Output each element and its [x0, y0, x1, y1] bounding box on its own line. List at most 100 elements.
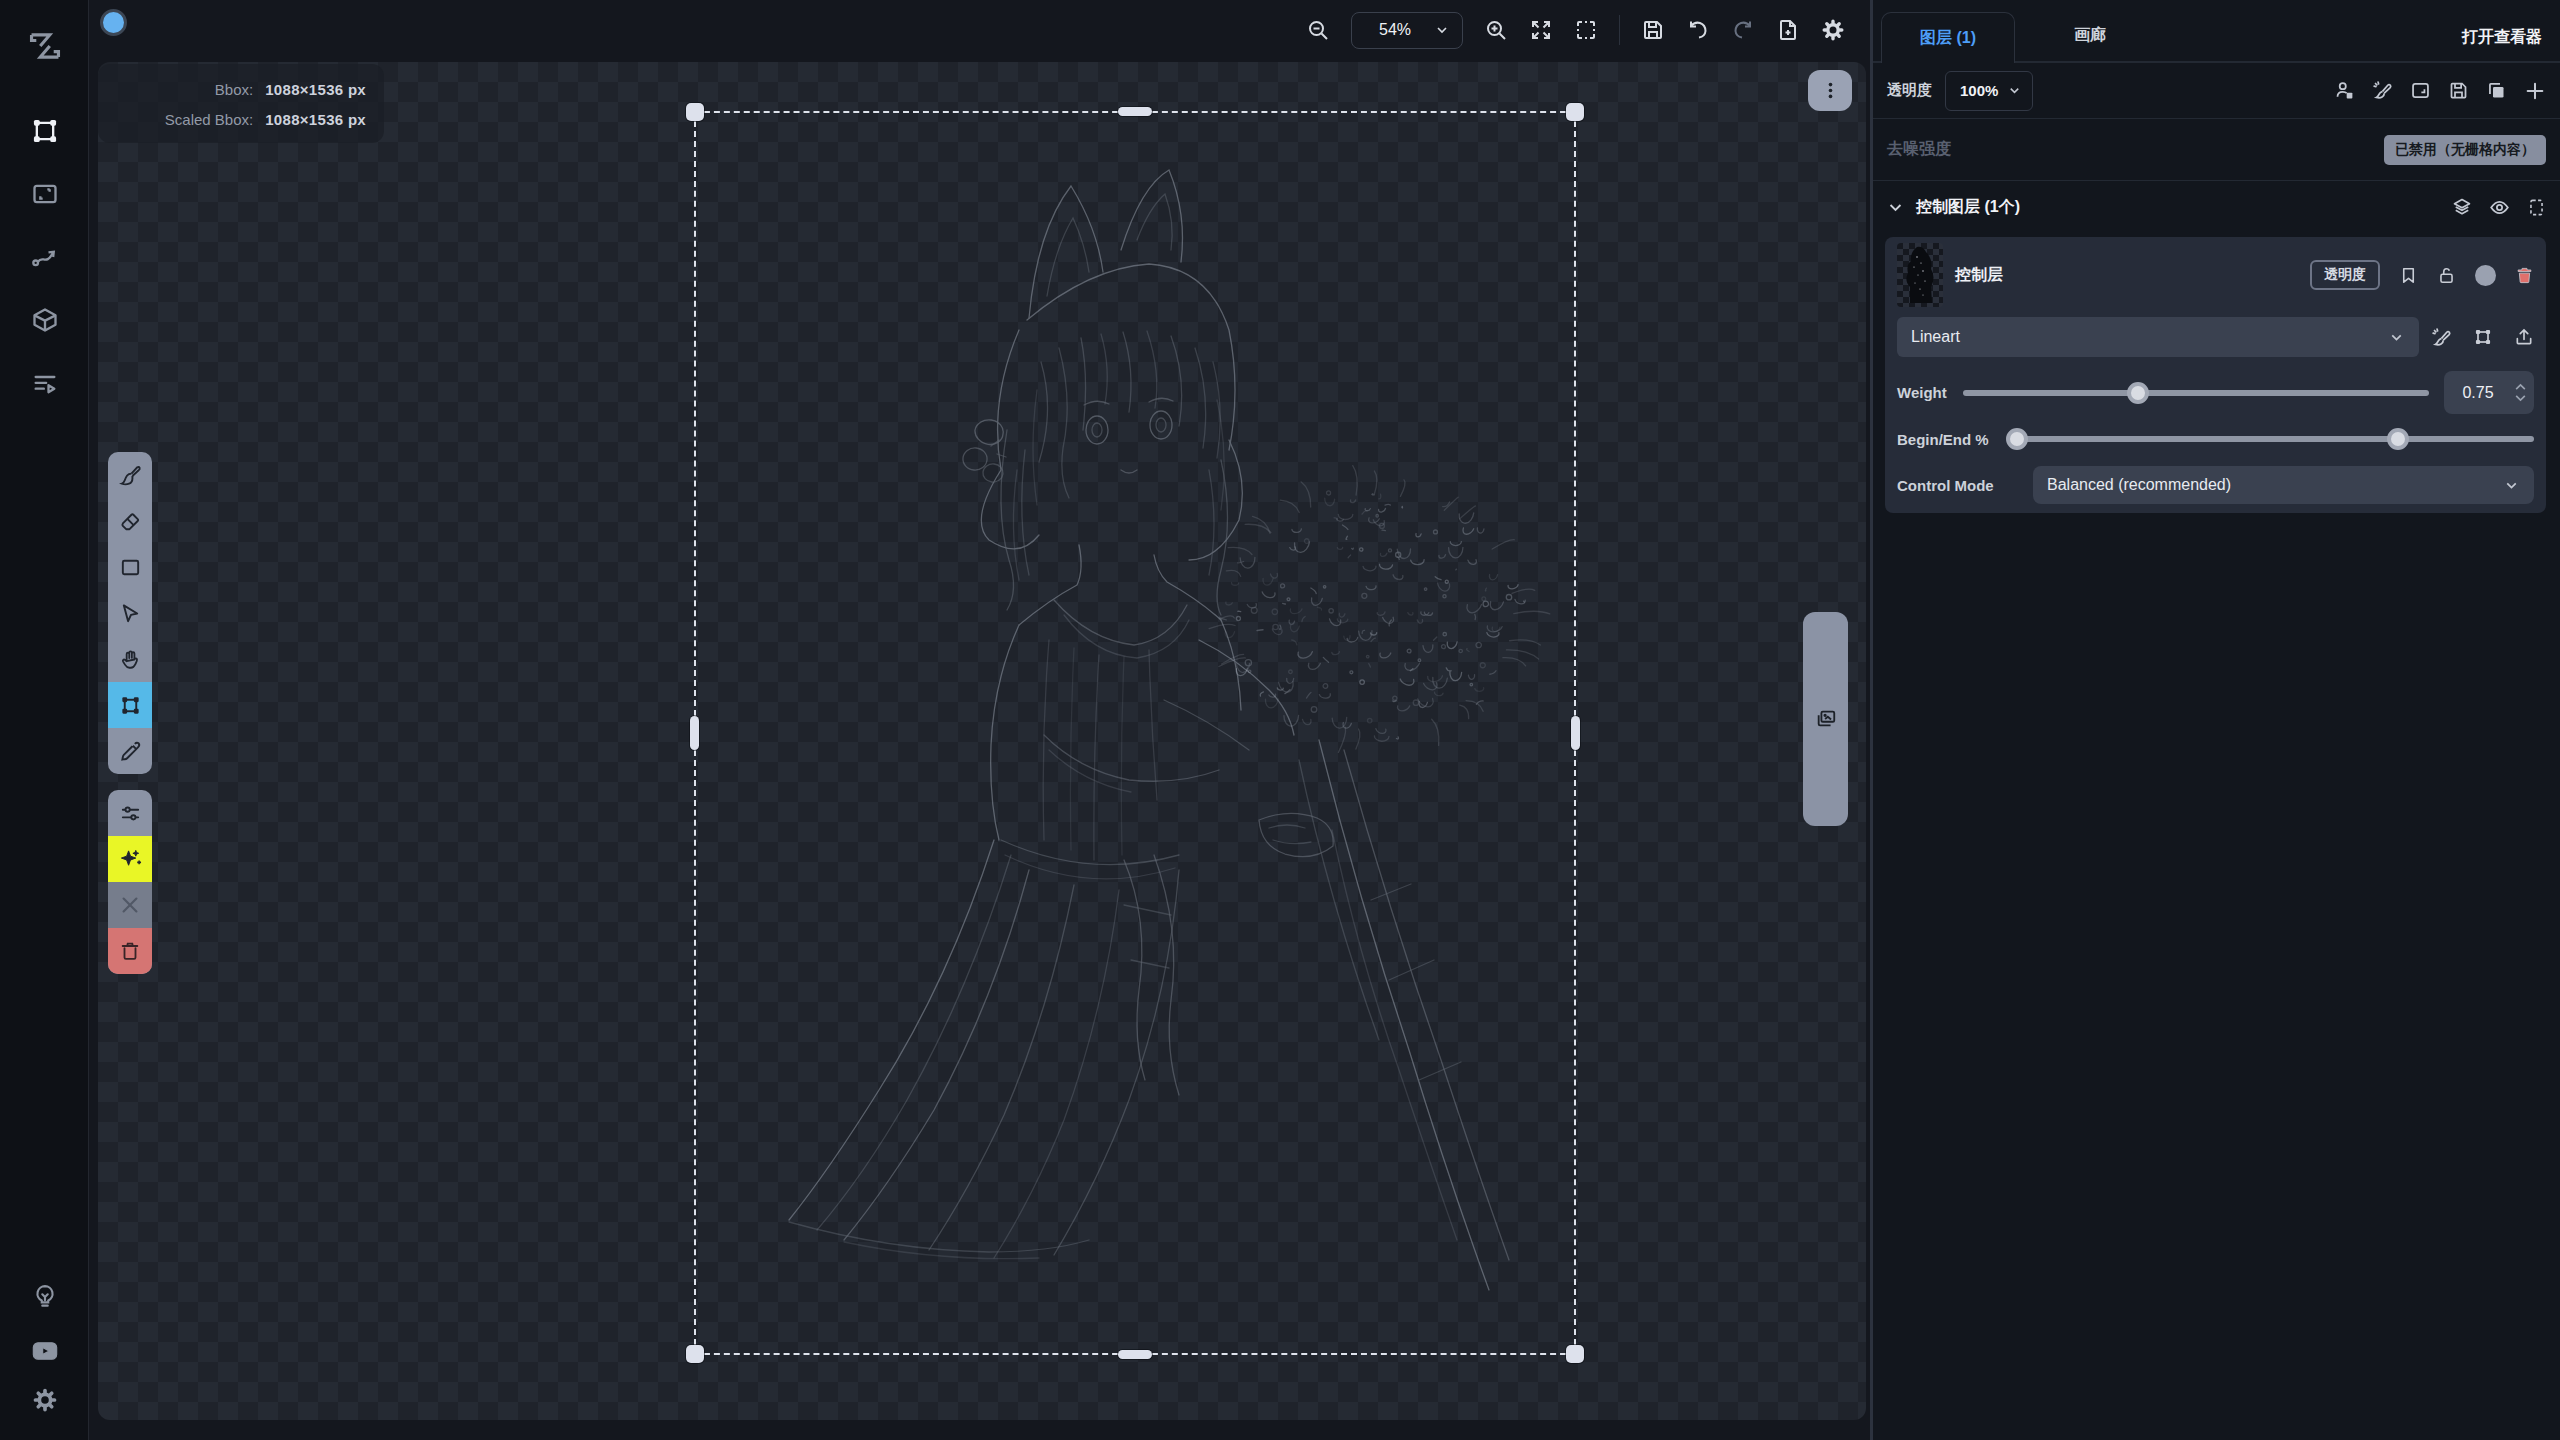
bbox-label: Bbox: [98, 81, 253, 98]
weight-value-box[interactable]: 0.75 [2444, 371, 2534, 414]
control-layer-card[interactable]: 控制层 透明度 Lineart Weight [1885, 237, 2546, 513]
tool-filter[interactable] [108, 790, 152, 836]
visibility-eye-icon[interactable] [2489, 197, 2510, 218]
tool-move[interactable] [108, 590, 152, 636]
bbox-handle-right[interactable] [1571, 716, 1580, 750]
model-value: Lineart [1911, 328, 2388, 346]
weight-slider[interactable] [1963, 382, 2429, 404]
tool-delete[interactable] [108, 928, 152, 974]
end-thumb[interactable] [2387, 428, 2409, 450]
canvas-toolbar: 54% [1306, 0, 1845, 60]
tool-eraser[interactable] [108, 498, 152, 544]
undo-icon[interactable] [1686, 18, 1710, 42]
denoise-row: 去噪强度 已禁用（无栅格内容） [1873, 119, 2560, 180]
chevron-down-icon [1434, 22, 1450, 38]
tool-transform-bbox[interactable] [108, 682, 152, 728]
layer-color-dot[interactable] [2475, 265, 2496, 286]
canvas-workspace[interactable]: Bbox: 1088×1536 px Scaled Bbox: 1088×153… [89, 0, 1870, 1440]
tab-upscaling[interactable] [0, 180, 89, 208]
scaled-bbox-label: Scaled Bbox: [98, 111, 253, 128]
bbox-frame-icon[interactable] [2527, 198, 2546, 217]
layer-opacity-badge[interactable]: 透明度 [2310, 260, 2380, 290]
crop-canvas-icon[interactable] [2410, 80, 2431, 101]
chevron-down-icon[interactable] [1887, 199, 1904, 216]
save-layer-icon[interactable] [2448, 80, 2469, 101]
settings-gear-icon[interactable] [0, 1387, 89, 1413]
tab-workflows[interactable] [0, 243, 89, 271]
opacity-row: 透明度 100% [1873, 63, 2560, 118]
layer-actions [2334, 80, 2546, 102]
tool-view-hand[interactable] [108, 636, 152, 682]
unlock-icon[interactable] [2437, 266, 2456, 285]
zoom-in-icon[interactable] [1484, 18, 1508, 42]
video-play-icon[interactable] [0, 1337, 89, 1365]
tool-rectangle[interactable] [108, 544, 152, 590]
fit-view-icon[interactable] [1529, 18, 1553, 42]
fit-bbox-icon[interactable] [1574, 18, 1598, 42]
toolbar-divider [1619, 15, 1620, 45]
delete-layer-icon[interactable] [2515, 266, 2534, 285]
chevron-down-icon [2388, 329, 2405, 346]
tool-palette-actions [108, 790, 152, 974]
open-viewer-link[interactable]: 打开查看器 [2462, 27, 2560, 48]
upload-icon[interactable] [2514, 327, 2534, 347]
bbox-handle-tr[interactable] [1566, 103, 1584, 121]
selection-bbox[interactable] [694, 111, 1576, 1355]
control-layers-header[interactable]: 控制图层 (1个) [1873, 181, 2560, 233]
support-icon[interactable] [0, 1284, 89, 1310]
invoke-logo[interactable] [0, 27, 89, 65]
tab-layers[interactable]: 图层 (1) [1881, 12, 2015, 63]
gallery-handle[interactable] [1803, 612, 1848, 826]
control-mode-select[interactable]: Balanced (recommended) [2033, 466, 2534, 504]
begin-end-label: Begin/End % [1897, 431, 2009, 448]
weight-steppers[interactable] [2512, 383, 2528, 402]
tool-cancel[interactable] [108, 882, 152, 928]
kebab-menu-icon [1821, 81, 1840, 100]
model-select[interactable]: Lineart [1897, 317, 2419, 357]
zoom-level-select[interactable]: 54% [1351, 12, 1463, 49]
begin-thumb[interactable] [2006, 428, 2028, 450]
zoom-out-icon[interactable] [1306, 18, 1330, 42]
tool-color-picker[interactable] [108, 728, 152, 774]
new-canvas-icon[interactable] [1776, 18, 1800, 42]
images-icon [1815, 708, 1837, 730]
bbox-handle-bl[interactable] [686, 1345, 704, 1363]
canvas-menu-button[interactable] [1808, 70, 1852, 111]
tool-palette-main [108, 452, 152, 774]
canvas-settings-gear-icon[interactable] [1821, 18, 1845, 42]
begin-end-track[interactable] [2009, 436, 2534, 442]
layers-stack-icon[interactable] [2452, 197, 2472, 217]
tab-gallery[interactable]: 画廊 [2015, 10, 2165, 61]
stepper-up-icon[interactable] [2514, 383, 2527, 391]
begin-end-slider[interactable] [2009, 428, 2534, 450]
save-icon[interactable] [1641, 18, 1665, 42]
duplicate-icon[interactable] [2486, 80, 2507, 101]
bbox-corners-icon[interactable] [2473, 327, 2493, 347]
tab-canvas[interactable] [0, 117, 89, 145]
bookmark-icon[interactable] [2399, 266, 2418, 285]
bbox-handle-tl[interactable] [686, 103, 704, 121]
bbox-handle-br[interactable] [1566, 1345, 1584, 1363]
model-row: Lineart [1897, 317, 2534, 357]
bbox-handle-top[interactable] [1118, 107, 1152, 116]
tab-models[interactable] [0, 306, 89, 334]
layer-thumbnail[interactable] [1897, 243, 1943, 307]
tool-brush[interactable] [108, 452, 152, 498]
layer-title: 控制层 [1955, 265, 2003, 286]
weight-slider-track[interactable] [1963, 390, 2429, 396]
filter-brush-icon[interactable] [2372, 80, 2393, 101]
redo-icon[interactable] [1731, 18, 1755, 42]
tool-process[interactable] [108, 836, 152, 882]
filter-brush-icon[interactable] [2431, 327, 2452, 348]
bbox-handle-left[interactable] [690, 716, 699, 750]
opacity-select[interactable]: 100% [1945, 71, 2033, 111]
merge-visible-icon[interactable] [2334, 80, 2355, 101]
weight-label: Weight [1897, 384, 1963, 401]
tab-queue[interactable] [0, 370, 89, 398]
bbox-handle-bottom[interactable] [1118, 1350, 1152, 1359]
color-swatch[interactable] [100, 9, 127, 36]
add-layer-icon[interactable] [2524, 80, 2546, 102]
stepper-down-icon[interactable] [2514, 394, 2527, 402]
weight-slider-thumb[interactable] [2127, 382, 2149, 404]
control-layers-actions [2452, 197, 2546, 218]
